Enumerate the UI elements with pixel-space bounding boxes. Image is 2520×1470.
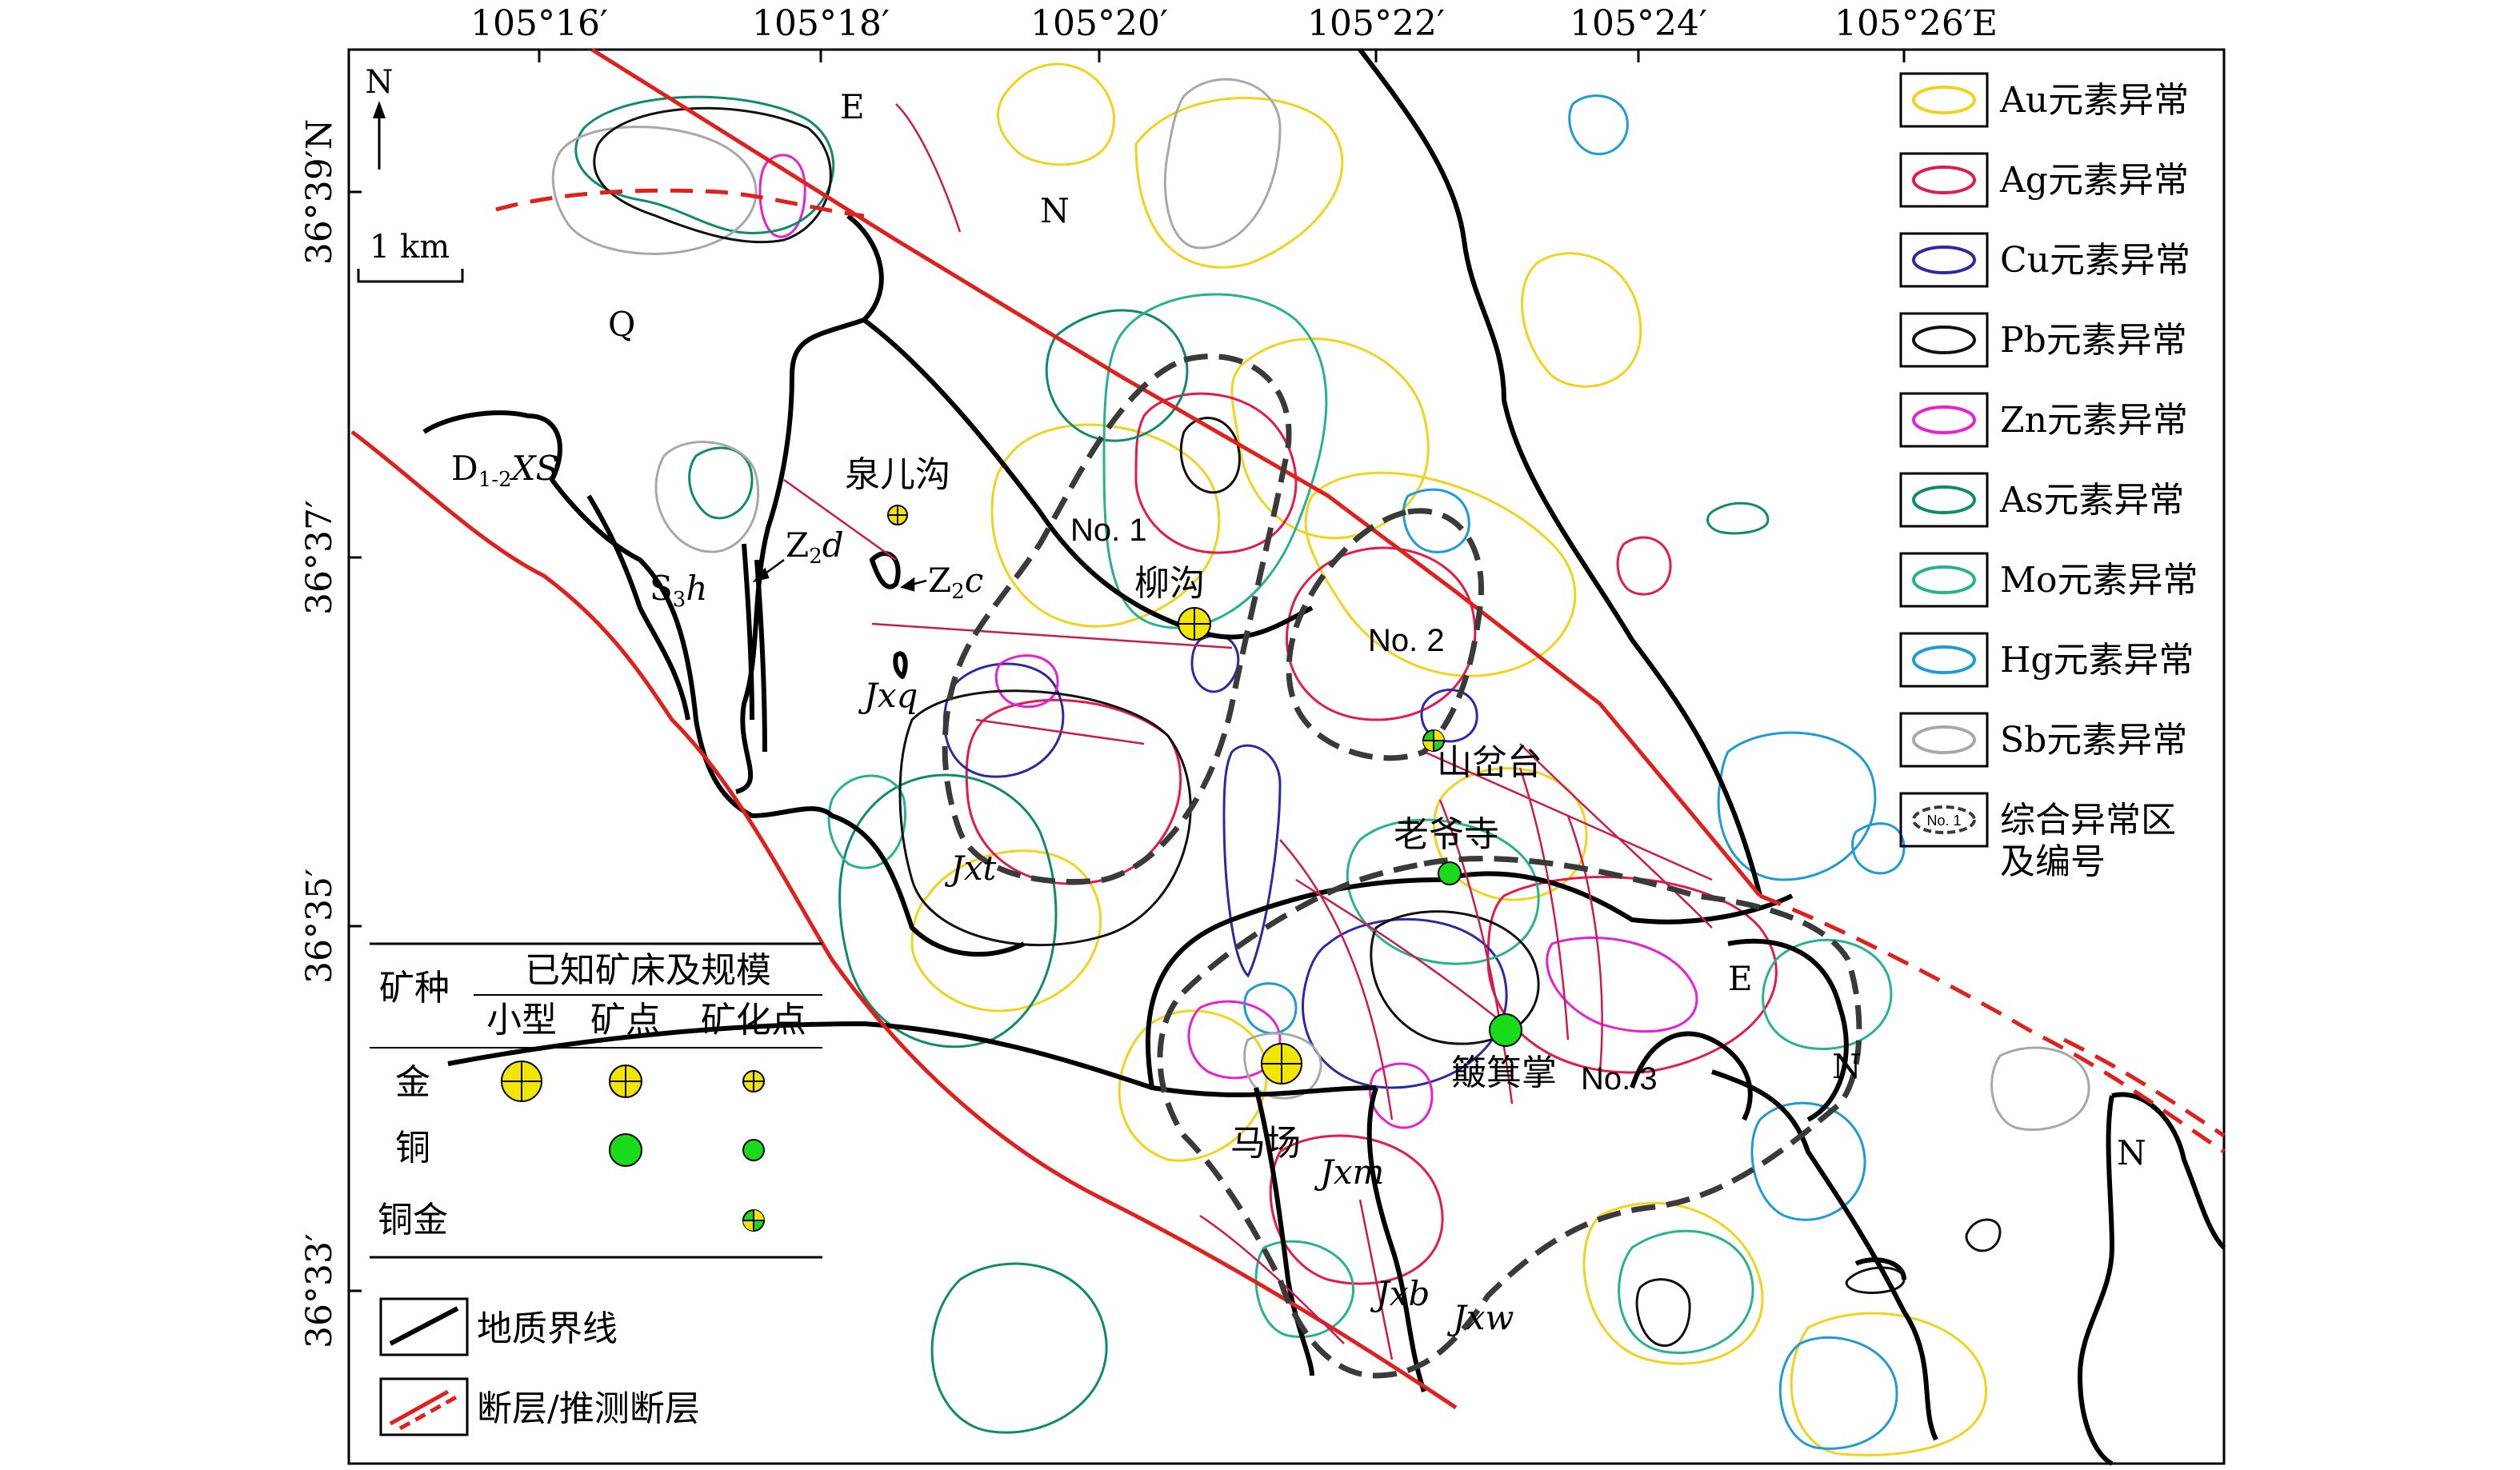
legend-label-hg: Hg元素异常 bbox=[2000, 640, 2194, 681]
legend-copper-occurrence bbox=[609, 1133, 642, 1167]
legend-label-zone-line2: 及编号 bbox=[2000, 841, 2106, 882]
place-bojizhang: 簸箕掌 bbox=[1451, 1053, 1557, 1093]
unit-e-right: E bbox=[1728, 959, 1753, 998]
legend-gold-mineralization bbox=[742, 1070, 765, 1093]
map-svg: 105°16′ 105°18′ 105°20′ 105°22′ 105°24′ … bbox=[299, 3, 2226, 1466]
top-tick-5: 105°24′ bbox=[1570, 3, 1707, 44]
unit-q: Q bbox=[608, 305, 635, 344]
unit-n-right2: N bbox=[2117, 1133, 2146, 1172]
zone-label-no1: No. 1 bbox=[1070, 513, 1147, 548]
left-tick-1: 36°39′N bbox=[299, 119, 340, 265]
left-tick-4: 36°33′ bbox=[299, 1233, 340, 1348]
legend-label-pb: Pb元素异常 bbox=[2000, 320, 2187, 361]
top-tick-1: 105°16′ bbox=[470, 3, 608, 44]
zone-label-no3: No. 3 bbox=[1581, 1061, 1658, 1097]
legend-zone-symbol-text: No. 1 bbox=[1926, 813, 1961, 829]
row-copper-gold: 铜金 bbox=[378, 1200, 448, 1240]
top-tick-2: 105°18′ bbox=[752, 3, 890, 44]
gold-occurrence-symbol bbox=[1178, 607, 1211, 641]
top-tick-4: 105°22′ bbox=[1307, 3, 1445, 44]
left-tick-2: 36°37′ bbox=[299, 500, 340, 615]
place-liugou: 柳沟 bbox=[1134, 563, 1205, 604]
legend-gold-occurrence bbox=[609, 1065, 642, 1098]
legend-label-cu: Cu元素异常 bbox=[2000, 240, 2190, 281]
place-machang: 马场 bbox=[1230, 1123, 1301, 1164]
legend-copper-mineralization bbox=[742, 1139, 765, 1161]
place-quanergou: 泉儿沟 bbox=[845, 454, 950, 495]
unit-n-right1: N bbox=[1832, 1047, 1862, 1086]
zone-label-no2: No. 2 bbox=[1368, 623, 1445, 658]
legend-label-ag: Ag元素异常 bbox=[1999, 160, 2189, 201]
gold-minor-occurrence-symbol bbox=[887, 505, 908, 525]
copper-occurrence-symbol bbox=[1489, 1013, 1522, 1047]
svg-text:N: N bbox=[366, 64, 394, 101]
table-sub-small: 小型 bbox=[486, 1000, 557, 1041]
place-shanchatai: 山岔台 bbox=[1437, 742, 1542, 783]
legend-label-sb: Sb元素异常 bbox=[2000, 720, 2187, 761]
table-sub-mineralization: 矿化点 bbox=[701, 1000, 806, 1041]
legend-fault: 断层/推测断层 bbox=[477, 1388, 700, 1429]
copper-minor-symbol bbox=[1438, 861, 1462, 885]
legend-label-mo: Mo元素异常 bbox=[2000, 560, 2198, 601]
top-tick-3: 105°20′ bbox=[1030, 3, 1168, 44]
unit-e-top: E bbox=[840, 87, 865, 126]
table-header-group: 已知矿床及规模 bbox=[525, 950, 771, 991]
unit-jxq: Jxq bbox=[858, 676, 918, 715]
gold-deposit-symbol bbox=[1261, 1043, 1302, 1085]
geochemical-anomaly-map: 105°16′ 105°18′ 105°20′ 105°22′ 105°24′ … bbox=[0, 0, 2520, 1467]
table-header-mineral: 矿种 bbox=[379, 968, 450, 1009]
legend-label-zn: Zn元素异常 bbox=[2000, 400, 2188, 441]
legend-label-as: As元素异常 bbox=[1999, 480, 2184, 521]
legend-label-au: Au元素异常 bbox=[1999, 80, 2189, 121]
unit-jxw: Jxw bbox=[1446, 1298, 1514, 1337]
place-laoyesi: 老爷寺 bbox=[1394, 814, 1499, 855]
unit-jxb: Jxb bbox=[1370, 1274, 1430, 1313]
left-tick-3: 36°35′ bbox=[299, 869, 340, 984]
row-gold: 金 bbox=[395, 1062, 430, 1103]
unit-jxm: Jxm bbox=[1314, 1152, 1384, 1192]
top-tick-6: 105°26′E bbox=[1834, 3, 1998, 44]
unit-jxt: Jxt bbox=[944, 849, 997, 888]
legend-label-zone: 综合异常区 bbox=[2000, 800, 2176, 841]
row-copper: 铜 bbox=[395, 1128, 430, 1168]
legend-gold-small bbox=[501, 1061, 542, 1102]
svg-text:1 km: 1 km bbox=[370, 229, 450, 266]
legend-copper-gold-mineralization bbox=[742, 1209, 765, 1232]
legend-geological-boundary: 地质界线 bbox=[477, 1308, 618, 1349]
table-sub-occurrence: 矿点 bbox=[590, 1000, 661, 1041]
unit-n-top: N bbox=[1040, 191, 1070, 230]
